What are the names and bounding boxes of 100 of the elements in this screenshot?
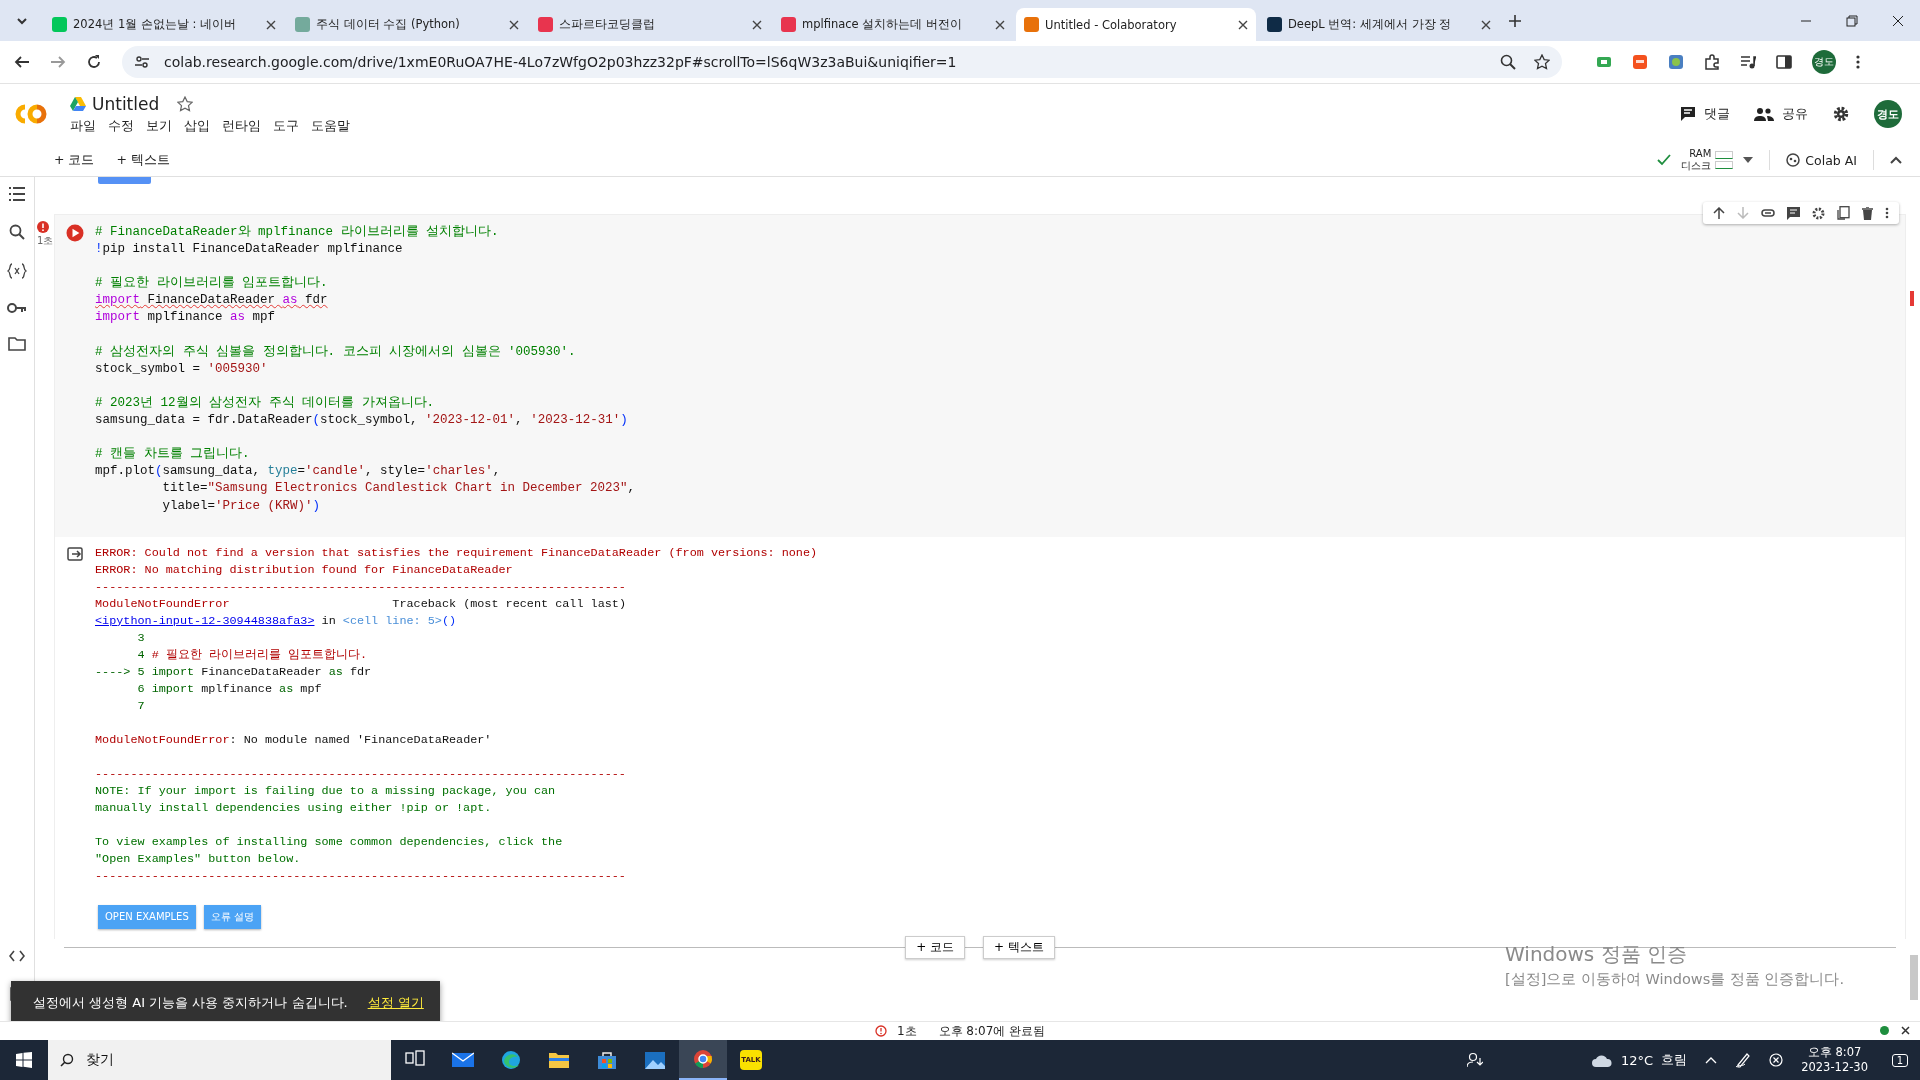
- close-icon[interactable]: [509, 19, 519, 30]
- chevron-up-icon[interactable]: [1705, 1056, 1718, 1064]
- browser-tab[interactable]: mplfinace 설치하는데 버전이: [773, 8, 1013, 41]
- dropdown-icon[interactable]: [1743, 157, 1754, 163]
- close-icon[interactable]: [995, 19, 1005, 30]
- comments-button[interactable]: 댓글: [1680, 105, 1730, 123]
- output-line: ERROR: No matching distribution found for FinanceDataReader: [95, 561, 514, 579]
- settings-icon[interactable]: [1832, 105, 1850, 123]
- colab-ai-button[interactable]: Colab AI: [1786, 152, 1857, 168]
- address-field[interactable]: colab.research.google.com/drive/1xmE0RuOA7HE-4Lo7zWfgO2p03hzz32pF#scrollTo=lS6qW3z3aBui&uniqifier=1: [122, 46, 1562, 78]
- puzzle-icon[interactable]: [1704, 54, 1720, 70]
- close-icon[interactable]: [1892, 14, 1904, 27]
- weather-condition: 흐림: [1661, 1051, 1688, 1069]
- output-line: "Open Examples" button below.: [95, 850, 302, 868]
- output-line: <ipython-input-12-30944838afa3> in <cell line: 5>(): [95, 612, 458, 630]
- code-line: mpf.plot(samsung_data, type='candle', style='charles',: [95, 463, 502, 481]
- browser-tab[interactable]: 2024년 1월 손없는날 : 네이버: [44, 8, 284, 41]
- add-cell-button[interactable]: + 코드: [905, 935, 965, 959]
- close-icon[interactable]: [1481, 19, 1491, 30]
- comment-icon[interactable]: [1787, 206, 1800, 220]
- activation-title: Windows 정품 인증: [1505, 941, 1688, 968]
- taskbar-search-field[interactable]: 찾기: [48, 1040, 391, 1080]
- restore-icon[interactable]: [1846, 14, 1858, 27]
- toc-icon[interactable]: [9, 187, 25, 201]
- delete-icon[interactable]: [1862, 206, 1873, 220]
- share-button[interactable]: 공유: [1754, 105, 1808, 123]
- link-icon[interactable]: [1761, 209, 1775, 217]
- output-line: 7: [136, 697, 146, 715]
- clock-date[interactable]: 2023-12-30: [1801, 1060, 1868, 1075]
- browser-tab[interactable]: DeepL 번역: 세계에서 가장 정: [1259, 8, 1499, 41]
- output-menu-icon[interactable]: [67, 546, 83, 561]
- output-line: 4 # 필요한 라이브러리를 임포트합니다.: [136, 646, 369, 664]
- add-text-button[interactable]: + 텍스트: [112, 149, 174, 171]
- settings-icon[interactable]: [1812, 206, 1825, 220]
- extension-icon[interactable]: [1632, 54, 1648, 70]
- folder-icon[interactable]: [8, 337, 26, 351]
- browser-tab[interactable]: 스파르타코딩클럽: [530, 8, 770, 41]
- more-icon[interactable]: [1885, 207, 1889, 219]
- star-icon[interactable]: [1534, 54, 1550, 70]
- collapse-icon[interactable]: [1890, 156, 1902, 164]
- code-line: # FinanceDataReader와 mplfinance 라이브러리를 설치합니다.: [95, 224, 500, 241]
- close-icon[interactable]: [752, 19, 762, 30]
- more-icon[interactable]: [1856, 54, 1860, 70]
- run-duration: 1초: [896, 1022, 917, 1040]
- mirror-cell-icon[interactable]: [1837, 206, 1850, 220]
- taskbar-app-icon[interactable]: [679, 1040, 727, 1080]
- windows-start-icon[interactable]: [16, 1052, 32, 1068]
- forward-icon[interactable]: [50, 54, 66, 70]
- new-tab-icon[interactable]: [1508, 13, 1522, 28]
- menu-item[interactable]: 보기: [146, 117, 172, 135]
- menu-item[interactable]: 도움말: [311, 117, 350, 135]
- person-icon[interactable]: [1467, 1052, 1484, 1068]
- menu-item[interactable]: 수정: [108, 117, 134, 135]
- extension-icon[interactable]: [1596, 54, 1612, 70]
- browser-tab[interactable]: 주식 데이터 수집 (Python): [287, 8, 527, 41]
- code-icon[interactable]: [9, 950, 25, 962]
- site-info-icon[interactable]: [134, 54, 150, 70]
- settings-link[interactable]: 설정 열기: [367, 994, 424, 1012]
- search-icon[interactable]: [9, 224, 25, 240]
- reload-icon[interactable]: [86, 54, 102, 70]
- side-panel-icon[interactable]: [1776, 54, 1792, 70]
- resources-button[interactable]: RAM 디스크: [1681, 148, 1734, 172]
- output-line: To view examples of installing some common dependencies, click the: [95, 833, 564, 851]
- x-circle-icon[interactable]: [1769, 1053, 1784, 1067]
- star-icon[interactable]: [177, 95, 194, 112]
- add-cell-button[interactable]: + 텍스트: [983, 935, 1055, 959]
- output-line: ---------------------------------------------------------------------------: [95, 578, 627, 596]
- close-icon[interactable]: [1901, 1026, 1910, 1035]
- menu-item[interactable]: 파일: [70, 117, 96, 135]
- menu-item[interactable]: 런타임: [222, 117, 261, 135]
- cloud-icon[interactable]: [1591, 1053, 1614, 1067]
- media-icon[interactable]: [1740, 54, 1756, 70]
- temperature: 12°C: [1621, 1052, 1654, 1068]
- close-icon[interactable]: [266, 19, 276, 30]
- variables-icon[interactable]: [7, 263, 27, 279]
- browser-tab[interactable]: Untitled - Colaboratory: [1016, 8, 1256, 41]
- back-icon[interactable]: [14, 54, 30, 70]
- key-icon[interactable]: [7, 302, 27, 314]
- zoom-icon[interactable]: [1500, 54, 1516, 70]
- profile-avatar[interactable]: 경도: [1874, 100, 1902, 128]
- close-icon[interactable]: [1238, 19, 1248, 30]
- code-line: title="Samsung Electronics Candlestick Chart in December 2023",: [161, 480, 636, 498]
- error-circle-icon: [874, 1025, 887, 1037]
- scrollbar-thumb[interactable]: [1910, 955, 1918, 1000]
- code-line: import mplfinance as mpf: [95, 309, 277, 327]
- menu-item[interactable]: 도구: [273, 117, 299, 135]
- pen-icon[interactable]: [1735, 1052, 1752, 1068]
- menu-item[interactable]: 삽입: [184, 117, 210, 135]
- move-up-icon[interactable]: [1713, 207, 1725, 219]
- colab-logo-icon: [15, 104, 47, 124]
- notebook-title[interactable]: Untitled: [92, 93, 160, 114]
- add-code-button[interactable]: + 코드: [50, 149, 99, 171]
- extension-icon[interactable]: [1668, 54, 1684, 70]
- run-icon[interactable]: [66, 224, 84, 242]
- search-icon: [60, 1053, 74, 1067]
- output-line: NOTE: If your import is failing due to a missing package, you can: [95, 782, 557, 800]
- clock-time[interactable]: 오후 8:07: [1807, 1045, 1862, 1060]
- connection-dot: [1880, 1026, 1889, 1035]
- drive-icon[interactable]: [70, 96, 86, 111]
- profile-avatar[interactable]: 경도: [1812, 50, 1836, 74]
